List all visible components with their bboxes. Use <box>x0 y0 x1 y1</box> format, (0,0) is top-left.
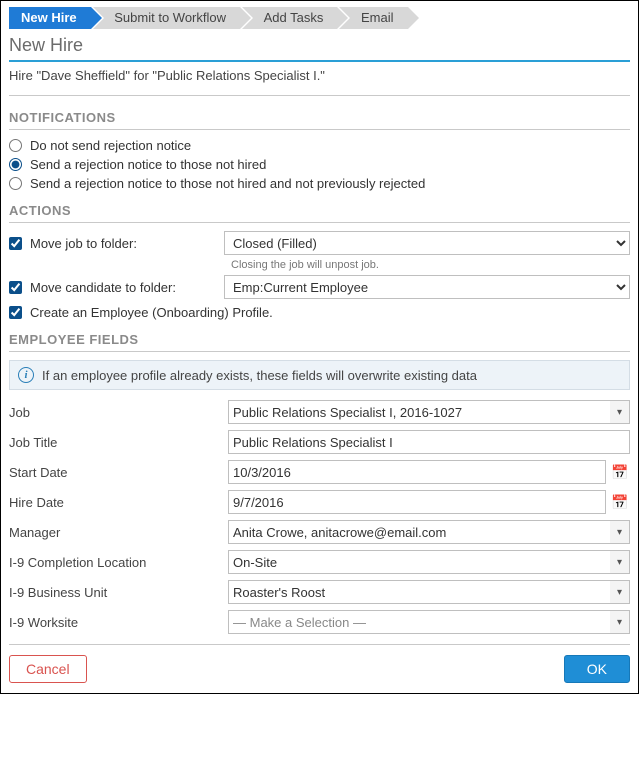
chevron-down-icon: ▾ <box>617 557 622 568</box>
action-move-job-checkbox[interactable] <box>9 237 22 250</box>
employee-fields-info-text: If an employee profile already exists, t… <box>42 368 477 383</box>
page-title: New Hire <box>9 35 630 62</box>
field-i9-worksite-dropdown-button[interactable]: ▾ <box>610 610 630 634</box>
chevron-down-icon: ▾ <box>617 527 622 538</box>
field-start-date-label: Start Date <box>9 465 224 480</box>
dialog-footer: Cancel OK <box>9 644 630 683</box>
field-job-title-input[interactable] <box>228 430 630 454</box>
wizard-step-submit-workflow[interactable]: Submit to Workflow <box>92 7 240 29</box>
action-move-candidate-select[interactable]: Emp:Current Employee <box>224 275 630 299</box>
notification-option-2[interactable]: Send a rejection notice to those not hir… <box>9 176 630 191</box>
cancel-button[interactable]: Cancel <box>9 655 87 683</box>
field-job-dropdown-button[interactable]: ▾ <box>610 400 630 424</box>
field-start-date-input[interactable] <box>228 460 606 484</box>
notification-radio-2[interactable] <box>9 177 22 190</box>
notification-radio-1[interactable] <box>9 158 22 171</box>
action-move-job-select[interactable]: Closed (Filled) <box>224 231 630 255</box>
chevron-down-icon: ▾ <box>617 617 622 628</box>
field-i9-bu-dropdown-button[interactable]: ▾ <box>610 580 630 604</box>
field-i9-worksite-label: I-9 Worksite <box>9 615 224 630</box>
notification-radio-0[interactable] <box>9 139 22 152</box>
field-start-date-calendar-button[interactable]: 📅 <box>610 460 630 484</box>
wizard-steps: New Hire Submit to Workflow Add Tasks Em… <box>9 7 630 29</box>
wizard-step-new-hire[interactable]: New Hire <box>9 7 91 29</box>
page-subtitle: Hire "Dave Sheffield" for "Public Relati… <box>9 64 630 96</box>
calendar-icon: 📅 <box>611 464 628 481</box>
field-job-input[interactable] <box>228 400 610 424</box>
employee-fields-info-bar: i If an employee profile already exists,… <box>9 360 630 390</box>
field-i9-location: I-9 Completion Location ▾ <box>9 550 630 574</box>
action-move-job-hint: Closing the job will unpost job. <box>231 259 630 271</box>
field-hire-date-calendar-button[interactable]: 📅 <box>610 490 630 514</box>
notification-option-0[interactable]: Do not send rejection notice <box>9 138 630 153</box>
notification-label-2: Send a rejection notice to those not hir… <box>30 176 425 191</box>
action-move-job-row: Move job to folder: Closed (Filled) <box>9 231 630 255</box>
ok-button[interactable]: OK <box>564 655 630 683</box>
field-hire-date-label: Hire Date <box>9 495 224 510</box>
notification-option-1[interactable]: Send a rejection notice to those not hir… <box>9 157 630 172</box>
action-move-candidate-row: Move candidate to folder: Emp:Current Em… <box>9 275 630 299</box>
field-i9-worksite-input[interactable] <box>228 610 610 634</box>
notification-label-1: Send a rejection notice to those not hir… <box>30 157 266 172</box>
action-move-candidate-label: Move candidate to folder: <box>30 280 176 295</box>
field-job: Job ▾ <box>9 400 630 424</box>
field-i9-bu-label: I-9 Business Unit <box>9 585 224 600</box>
field-i9-bu: I-9 Business Unit ▾ <box>9 580 630 604</box>
action-move-job-label: Move job to folder: <box>30 236 137 251</box>
field-manager-input[interactable] <box>228 520 610 544</box>
field-job-label: Job <box>9 405 224 420</box>
chevron-down-icon: ▾ <box>617 587 622 598</box>
action-create-profile-label: Create an Employee (Onboarding) Profile. <box>30 305 273 320</box>
field-job-title-label: Job Title <box>9 435 224 450</box>
field-manager-label: Manager <box>9 525 224 540</box>
chevron-down-icon: ▾ <box>617 407 622 418</box>
field-i9-worksite: I-9 Worksite ▾ <box>9 610 630 634</box>
section-actions-heading: ACTIONS <box>9 195 630 223</box>
section-notifications-heading: NOTIFICATIONS <box>9 102 630 130</box>
field-hire-date-input[interactable] <box>228 490 606 514</box>
field-manager-dropdown-button[interactable]: ▾ <box>610 520 630 544</box>
field-i9-location-dropdown-button[interactable]: ▾ <box>610 550 630 574</box>
field-manager: Manager ▾ <box>9 520 630 544</box>
field-hire-date: Hire Date 📅 <box>9 490 630 514</box>
dialog-frame: New Hire Submit to Workflow Add Tasks Em… <box>0 0 639 694</box>
field-i9-bu-input[interactable] <box>228 580 610 604</box>
section-employee-fields-heading: EMPLOYEE FIELDS <box>9 324 630 352</box>
calendar-icon: 📅 <box>611 494 628 511</box>
info-icon: i <box>18 367 34 383</box>
action-move-candidate-checkbox[interactable] <box>9 281 22 294</box>
action-create-profile-checkbox[interactable] <box>9 306 22 319</box>
field-i9-location-input[interactable] <box>228 550 610 574</box>
field-i9-location-label: I-9 Completion Location <box>9 555 224 570</box>
wizard-step-add-tasks[interactable]: Add Tasks <box>242 7 338 29</box>
field-job-title: Job Title <box>9 430 630 454</box>
notification-label-0: Do not send rejection notice <box>30 138 191 153</box>
action-create-profile-row[interactable]: Create an Employee (Onboarding) Profile. <box>9 305 630 320</box>
field-start-date: Start Date 📅 <box>9 460 630 484</box>
